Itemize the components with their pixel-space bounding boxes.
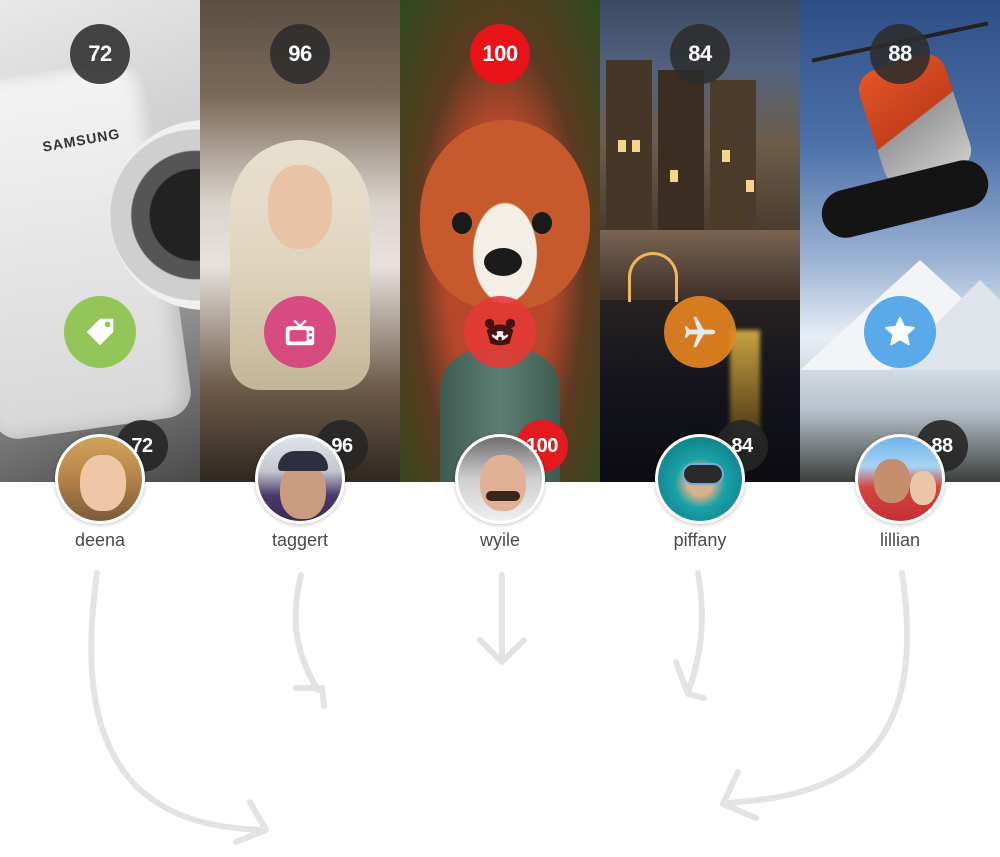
snorkel-mask [682, 463, 724, 485]
card-lillian[interactable]: 88 88 [800, 0, 1000, 482]
photo-score-badge: 96 [270, 24, 330, 84]
photo-score-badge: 72 [70, 24, 130, 84]
card-deena[interactable]: SAMSUNG 72 72 [0, 0, 200, 482]
category-badge-animals[interactable] [464, 296, 536, 368]
avatar-face [280, 463, 326, 519]
category-badge-tag[interactable] [64, 296, 136, 368]
category-badge-travel[interactable] [664, 296, 736, 368]
avatar-face [910, 471, 936, 505]
category-badge-tv[interactable] [264, 296, 336, 368]
photo-columns: SAMSUNG 72 72 96 96 100 100 84 84 88 88 [0, 0, 1000, 482]
tag-icon [86, 318, 114, 346]
window-light [722, 150, 730, 162]
card-taggert[interactable]: 96 96 [200, 0, 400, 482]
building [658, 70, 704, 240]
username-piffany[interactable]: piffany [600, 530, 800, 551]
avatar-deena[interactable] [55, 434, 145, 524]
avatar-wyile[interactable] [455, 434, 545, 524]
panda-eye [532, 212, 552, 234]
card-wyile[interactable]: 100 100 [400, 0, 600, 482]
avatar-piffany[interactable] [655, 434, 745, 524]
mustache [486, 491, 520, 501]
bridge-arch [628, 252, 678, 302]
cap [278, 451, 328, 471]
category-badge-favorite[interactable] [864, 296, 936, 368]
card-piffany[interactable]: 84 84 [600, 0, 800, 482]
window-light [746, 180, 754, 192]
avatar-face [480, 455, 526, 511]
building [606, 60, 652, 230]
username-taggert[interactable]: taggert [200, 530, 400, 551]
panda-nose [484, 248, 522, 276]
star-icon [884, 316, 916, 346]
panda-icon [484, 318, 516, 346]
photo-face [268, 165, 332, 249]
photo-score-badge: 100 [470, 24, 530, 84]
airplane-icon [684, 316, 716, 348]
avatar-face [874, 459, 910, 503]
panda-eye [452, 212, 472, 234]
photo-score-badge: 84 [670, 24, 730, 84]
photo-score-badge: 88 [870, 24, 930, 84]
tv-icon [285, 319, 315, 346]
arrow-lillian [720, 570, 911, 821]
sketch-arrows [88, 570, 911, 845]
avatar-face [80, 455, 126, 511]
window-light [618, 140, 626, 152]
avatar-taggert[interactable] [255, 434, 345, 524]
avatar-lillian[interactable] [855, 434, 945, 524]
panda-face [420, 120, 590, 310]
building [710, 80, 756, 250]
arrow-taggert [292, 572, 327, 709]
arrow-wyile [477, 572, 527, 665]
username-wyile[interactable]: wyile [400, 530, 600, 551]
window-light [632, 140, 640, 152]
username-lillian[interactable]: lillian [800, 530, 1000, 551]
arrow-piffany [673, 570, 707, 701]
arrow-deena [88, 570, 269, 845]
username-deena[interactable]: deena [0, 530, 200, 551]
window-light [670, 170, 678, 182]
